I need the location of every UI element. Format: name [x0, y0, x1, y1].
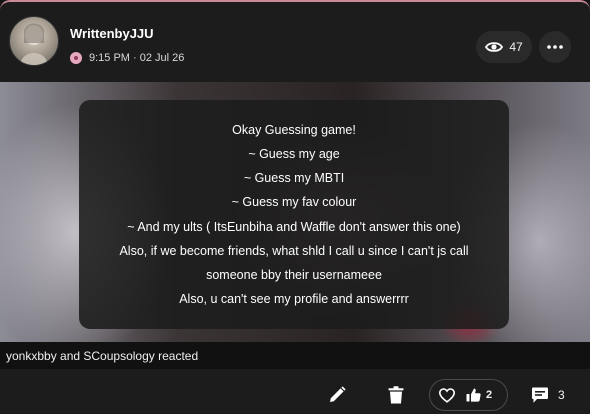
post-text-line: ~ Guess my fav colour [231, 195, 357, 210]
status-dot-icon [70, 52, 82, 64]
author-name[interactable]: WrittenbyJJU [70, 26, 154, 41]
post-text-line: ~ Guess my MBTI [243, 171, 345, 186]
views-button[interactable]: 47 [476, 31, 532, 63]
comments-button[interactable]: 3 [531, 383, 565, 407]
post-text-line: Okay Guessing game! [232, 122, 356, 137]
comment-count: 3 [558, 388, 565, 402]
post-header: WrittenbyJJU 9:15 PM · 02 Jul 26 47 [0, 2, 590, 82]
views-count: 47 [509, 40, 523, 54]
post-text-line: someone bby their usernameee [206, 267, 382, 282]
action-bar: 2 3 [0, 369, 590, 414]
edit-icon [330, 386, 346, 402]
comment-icon [532, 387, 548, 403]
reaction-group: 2 [429, 379, 508, 411]
reactions-summary-text: yonkxbby and SCoupsology reacted [6, 348, 199, 363]
eye-icon [485, 42, 504, 52]
post-text-line: ~ Guess my age [248, 146, 340, 161]
post-meta: 9:15 PM · 02 Jul 26 [70, 51, 184, 65]
heart-button[interactable] [430, 380, 464, 410]
post-image[interactable]: Okay Guessing game! ~ Guess my age ~ Gue… [0, 82, 590, 342]
post-card: WrittenbyJJU 9:15 PM · 02 Jul 26 47 Okay… [0, 0, 590, 414]
edit-button[interactable] [325, 383, 349, 407]
post-text-line: ~ And my ults ( ItsEunbiha and Waffle do… [127, 219, 461, 234]
post-text-overlay: Okay Guessing game! ~ Guess my age ~ Gue… [79, 100, 509, 329]
avatar-image [20, 23, 48, 65]
post-text-line: Also, u can't see my profile and answerr… [179, 292, 409, 307]
more-options-button[interactable] [539, 31, 571, 63]
more-icon [547, 45, 563, 49]
like-button[interactable]: 2 [464, 380, 492, 410]
post-text-line: Also, if we become friends, what shld I … [119, 243, 469, 258]
trash-icon [388, 386, 404, 404]
author-avatar[interactable] [9, 16, 59, 66]
like-count: 2 [486, 389, 493, 401]
reactions-summary[interactable]: yonkxbby and SCoupsology reacted [0, 342, 590, 369]
post-timestamp: 9:15 PM · 02 Jul 26 [89, 52, 185, 64]
heart-icon [439, 387, 455, 403]
thumbs-up-icon [466, 388, 481, 402]
delete-button[interactable] [384, 383, 408, 407]
